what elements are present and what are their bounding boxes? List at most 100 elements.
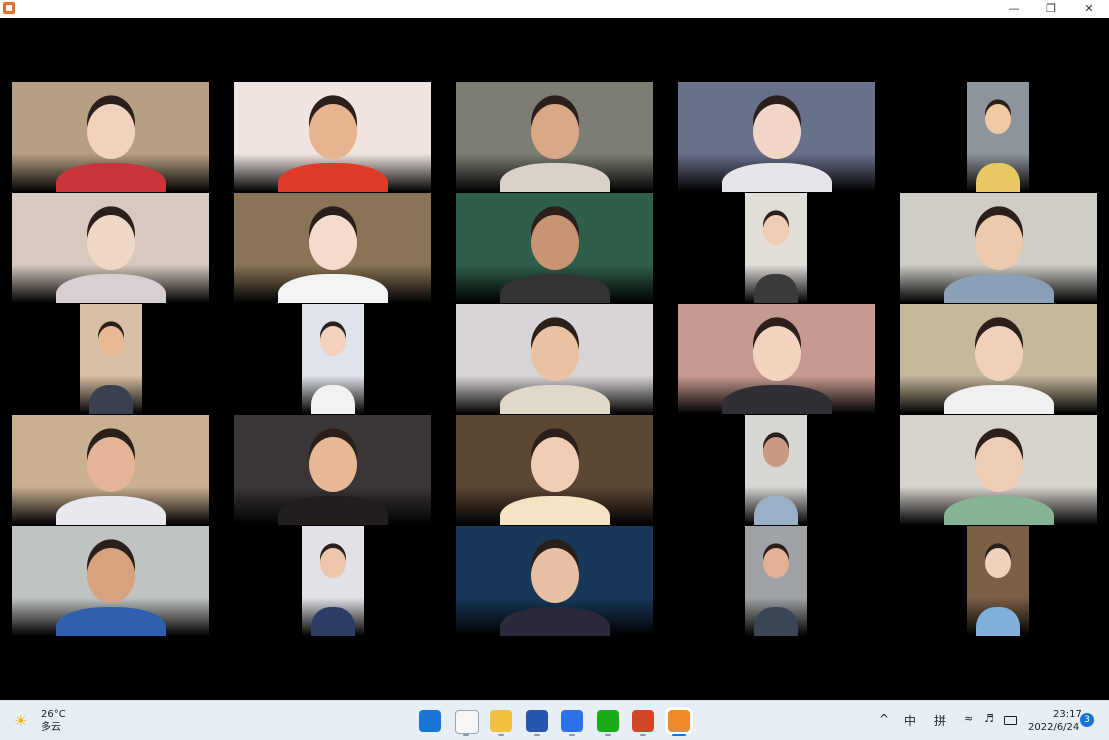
- ime-mode[interactable]: 拼: [934, 712, 946, 729]
- running-indicator: [569, 734, 575, 736]
- participant-video[interactable]: [678, 82, 875, 192]
- running-indicator: [604, 734, 611, 736]
- participant-body: [311, 607, 355, 636]
- participant-video[interactable]: [745, 415, 807, 525]
- participant-face: [308, 437, 357, 493]
- participant-face: [86, 548, 135, 604]
- running-indicator: [498, 734, 504, 736]
- windows-start-icon[interactable]: [419, 710, 441, 732]
- participant-body: [311, 385, 355, 414]
- participant-video[interactable]: [900, 415, 1097, 525]
- participant-face: [86, 215, 135, 271]
- taskbar: ☀ 26°C 多云 ^ 中 拼 ≈ ♬ 23:17 2022/6/24 3: [0, 700, 1109, 740]
- participant-body: [754, 607, 798, 636]
- file-icon[interactable]: [454, 710, 479, 734]
- weather-desc: 多云: [41, 722, 61, 733]
- ime-language[interactable]: 中: [904, 712, 916, 729]
- participant-video[interactable]: [302, 526, 364, 636]
- weather-icon: ☀: [14, 712, 28, 730]
- participant-video[interactable]: [456, 304, 653, 414]
- video-player-icon[interactable]: [667, 710, 690, 732]
- participant-face: [308, 104, 357, 160]
- participant-video[interactable]: [12, 526, 209, 636]
- participant-face: [86, 104, 135, 160]
- participant-face: [308, 215, 357, 271]
- participant-video[interactable]: [900, 304, 1097, 414]
- participant-face: [762, 437, 789, 467]
- participant-video[interactable]: [456, 82, 653, 192]
- participant-body: [499, 496, 610, 525]
- participant-video[interactable]: [234, 415, 431, 525]
- participant-face: [86, 437, 135, 493]
- participant-body: [754, 496, 798, 525]
- participant-face: [974, 326, 1023, 382]
- participant-video[interactable]: [456, 415, 653, 525]
- participant-video[interactable]: [456, 193, 653, 303]
- running-indicator: [640, 734, 646, 736]
- participant-body: [55, 163, 166, 192]
- video-grid: [0, 18, 1109, 700]
- participant-face: [974, 437, 1023, 493]
- participant-face: [530, 104, 579, 160]
- participant-face: [319, 326, 346, 356]
- participant-video[interactable]: [456, 526, 653, 636]
- participant-face: [762, 548, 789, 578]
- volume-mute-icon[interactable]: ♬: [984, 712, 994, 725]
- window-titlebar: — ❐ ✕: [0, 0, 1109, 18]
- participant-body: [499, 163, 610, 192]
- participant-body: [721, 163, 832, 192]
- battery-icon[interactable]: [1004, 716, 1017, 725]
- participant-video[interactable]: [302, 304, 364, 414]
- participant-body: [754, 274, 798, 303]
- participant-video[interactable]: [900, 193, 1097, 303]
- participant-video[interactable]: [967, 526, 1029, 636]
- participant-body: [943, 274, 1054, 303]
- participant-body: [277, 163, 388, 192]
- participant-face: [530, 548, 579, 604]
- participant-face: [762, 215, 789, 245]
- participant-body: [976, 163, 1020, 192]
- participant-video[interactable]: [967, 82, 1029, 192]
- participant-video[interactable]: [678, 304, 875, 414]
- participant-face: [530, 437, 579, 493]
- participant-video[interactable]: [234, 193, 431, 303]
- participant-face: [530, 215, 579, 271]
- participant-face: [530, 326, 579, 382]
- participant-face: [752, 326, 801, 382]
- participant-face: [984, 548, 1011, 578]
- participant-face: [97, 326, 124, 356]
- clock-time[interactable]: 23:17: [1053, 709, 1082, 721]
- participant-face: [752, 104, 801, 160]
- minimize-button[interactable]: —: [996, 0, 1032, 18]
- participant-video[interactable]: [12, 82, 209, 192]
- wifi-icon[interactable]: ≈: [964, 712, 973, 725]
- participant-body: [277, 496, 388, 525]
- chevron-up-icon[interactable]: ^: [879, 712, 889, 726]
- powerpoint-icon[interactable]: [632, 710, 654, 732]
- participant-body: [89, 385, 133, 414]
- weather-widget[interactable]: ☀ 26°C 多云: [12, 707, 72, 735]
- wechat-icon[interactable]: [596, 710, 619, 732]
- clock-date[interactable]: 2022/6/24: [1028, 722, 1079, 734]
- participant-video[interactable]: [745, 193, 807, 303]
- participant-video[interactable]: [234, 82, 431, 192]
- file-explorer-icon[interactable]: [490, 710, 512, 732]
- participant-video[interactable]: [12, 193, 209, 303]
- participant-body: [976, 607, 1020, 636]
- app-icon: [3, 2, 15, 14]
- participant-body: [55, 607, 166, 636]
- participant-body: [943, 385, 1054, 414]
- notification-badge[interactable]: 3: [1080, 713, 1094, 727]
- lark-icon[interactable]: [561, 710, 583, 732]
- participant-video[interactable]: [80, 304, 142, 414]
- participant-video[interactable]: [745, 526, 807, 636]
- participant-body: [55, 274, 166, 303]
- word-icon[interactable]: [525, 710, 548, 732]
- participant-body: [499, 274, 610, 303]
- weather-temp: 26°C: [41, 709, 66, 720]
- participant-video[interactable]: [12, 415, 209, 525]
- participant-body: [499, 607, 610, 636]
- running-indicator: [462, 734, 469, 736]
- close-button[interactable]: ✕: [1071, 0, 1107, 18]
- restore-button[interactable]: ❐: [1033, 0, 1069, 18]
